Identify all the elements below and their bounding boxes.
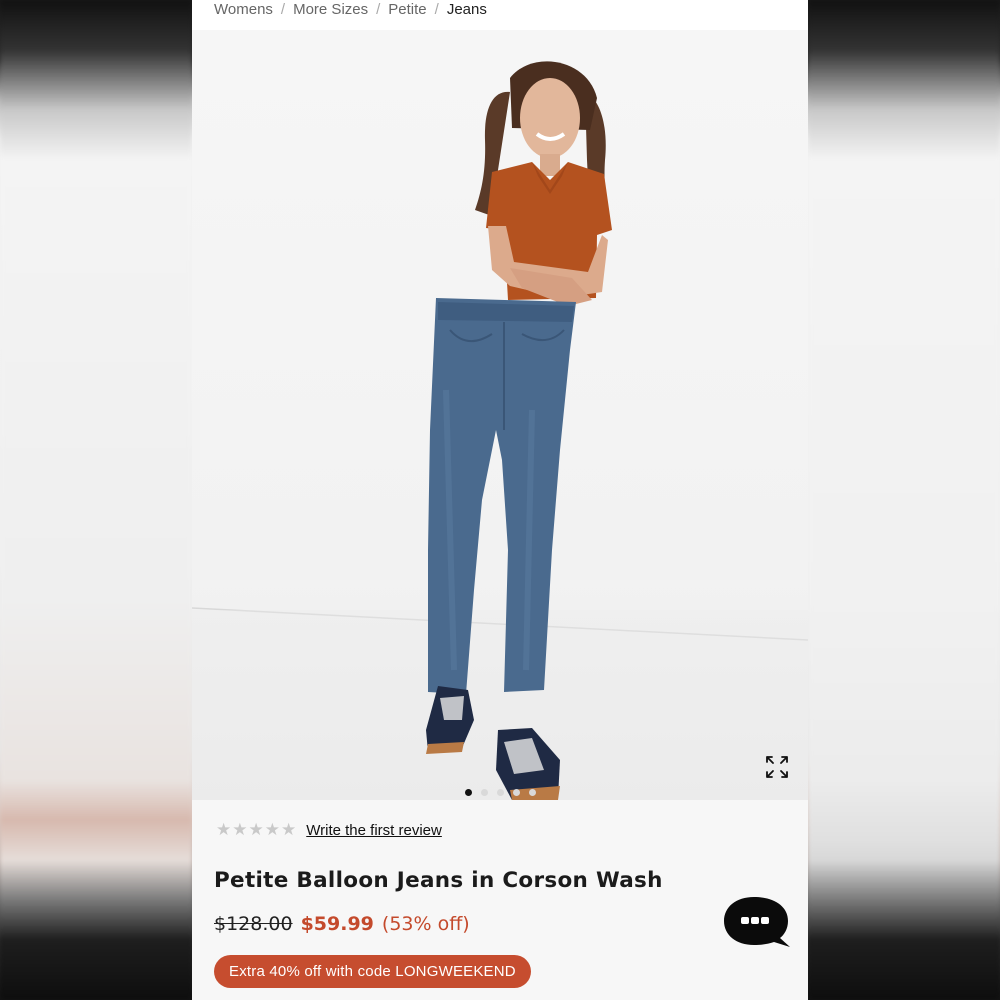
breadcrumb: Womens / More Sizes / Petite / Jeans: [214, 0, 487, 24]
carousel-dots: [192, 789, 808, 796]
sale-price: $59.99: [300, 913, 374, 935]
expand-icon[interactable]: [764, 754, 790, 780]
price-row: $128.00 $59.99 (53% off): [214, 913, 470, 935]
star-icon: ★: [281, 820, 297, 840]
breadcrumb-item-current: Jeans: [446, 0, 487, 18]
breadcrumb-separator: /: [434, 0, 439, 18]
chat-bubble-icon[interactable]: [722, 895, 792, 949]
background-blur-left: [0, 0, 192, 1000]
carousel-dot[interactable]: [528, 789, 536, 796]
product-image[interactable]: [192, 30, 808, 800]
breadcrumb-item-womens[interactable]: Womens: [214, 1, 273, 18]
star-icon: ★: [232, 820, 248, 840]
breadcrumb-separator: /: [376, 0, 381, 18]
rating-stars: ★ ★ ★ ★ ★: [216, 820, 296, 840]
product-info: ★ ★ ★ ★ ★ Write the first review Petite …: [192, 800, 808, 1000]
product-page: Womens / More Sizes / Petite / Jeans ★ ★…: [192, 0, 808, 1000]
carousel-dot[interactable]: [496, 789, 504, 796]
product-title: Petite Balloon Jeans in Corson Wash: [214, 868, 663, 893]
discount-percent: (53% off): [381, 913, 470, 935]
product-photo: [192, 61, 808, 800]
breadcrumb-item-more-sizes[interactable]: More Sizes: [293, 1, 368, 18]
promo-badge: Extra 40% off with code LONGWEEKEND: [214, 955, 531, 988]
carousel-dot[interactable]: [480, 789, 488, 796]
breadcrumb-item-petite[interactable]: Petite: [388, 1, 426, 18]
star-icon: ★: [216, 820, 232, 840]
carousel-dot[interactable]: [512, 789, 520, 796]
star-icon: ★: [248, 820, 264, 840]
background-blur-right: [808, 0, 1000, 1000]
original-price: $128.00: [214, 913, 293, 935]
carousel-dot[interactable]: [464, 789, 472, 796]
star-icon: ★: [264, 820, 280, 840]
breadcrumb-separator: /: [280, 0, 286, 18]
write-review-link[interactable]: Write the first review: [306, 822, 442, 839]
rating-row: ★ ★ ★ ★ ★ Write the first review: [216, 820, 442, 840]
